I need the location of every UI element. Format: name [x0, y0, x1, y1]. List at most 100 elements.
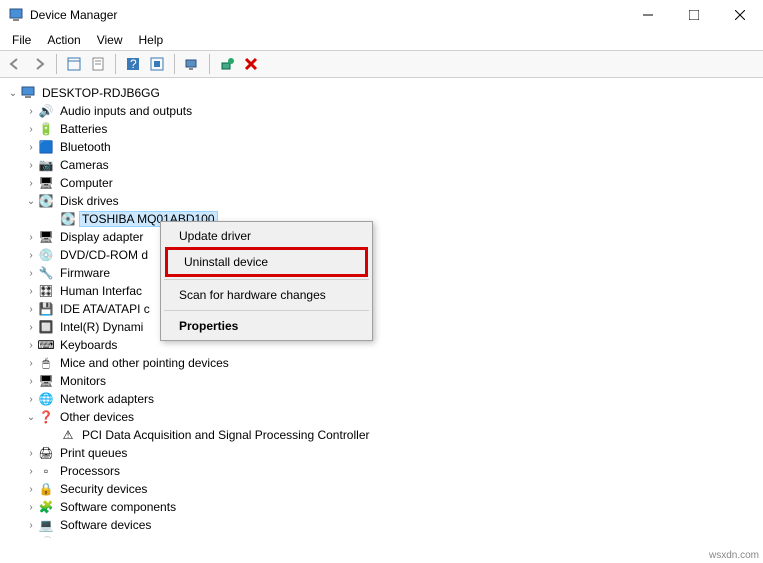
tree-label: IDE ATA/ATAPI c	[58, 302, 152, 316]
expand-icon[interactable]: ›	[24, 320, 38, 334]
tree-item[interactable]: ›🖥Computer	[6, 174, 763, 192]
window-title: Device Manager	[30, 8, 625, 22]
tree-root[interactable]: ⌄ DESKTOP-RDJB6GG	[6, 84, 763, 102]
expand-icon[interactable]: ›	[24, 356, 38, 370]
device-tree[interactable]: ⌄ DESKTOP-RDJB6GG ›🔊Audio inputs and out…	[0, 78, 763, 538]
category-icon: 💽	[38, 193, 54, 209]
menubar: File Action View Help	[0, 30, 763, 50]
tree-item[interactable]: ›🖥Monitors	[6, 372, 763, 390]
tree-item[interactable]: ›🔲Intel(R) Dynami	[6, 318, 763, 336]
expand-icon[interactable]: ›	[24, 482, 38, 496]
back-button[interactable]	[4, 53, 26, 75]
expand-icon[interactable]: ›	[24, 158, 38, 172]
menu-action[interactable]: Action	[39, 31, 88, 49]
tree-label: Sound, video and game controllers	[58, 536, 247, 538]
expand-icon[interactable]: ›	[24, 122, 38, 136]
tree-item[interactable]: 💽TOSHIBA MQ01ABD100	[6, 210, 763, 228]
menu-file[interactable]: File	[4, 31, 39, 49]
tree-item[interactable]: ⌄❓Other devices	[6, 408, 763, 426]
tree-label: Keyboards	[58, 338, 119, 352]
tree-item[interactable]: ›▫Processors	[6, 462, 763, 480]
expand-icon[interactable]: ›	[24, 176, 38, 190]
expand-icon[interactable]: ⌄	[24, 194, 38, 208]
tree-item[interactable]: ›💿DVD/CD-ROM d	[6, 246, 763, 264]
expand-icon[interactable]: ›	[24, 230, 38, 244]
tree-label: Intel(R) Dynami	[58, 320, 145, 334]
tree-item[interactable]: ⌄💽Disk drives	[6, 192, 763, 210]
uninstall-button[interactable]	[240, 53, 262, 75]
expand-icon[interactable]: ›	[24, 248, 38, 262]
category-icon: 🌐	[38, 391, 54, 407]
expand-icon[interactable]: ›	[24, 446, 38, 460]
category-icon: 🔧	[38, 265, 54, 281]
properties-button[interactable]	[87, 53, 109, 75]
expand-icon[interactable]: ›	[24, 104, 38, 118]
category-icon: 💾	[38, 301, 54, 317]
category-icon: 🔋	[38, 121, 54, 137]
category-icon: 💿	[38, 247, 54, 263]
tree-label: Processors	[58, 464, 122, 478]
tree-item[interactable]: ›🔧Firmware	[6, 264, 763, 282]
tree-item[interactable]: ›🌐Network adapters	[6, 390, 763, 408]
expand-icon[interactable]: ›	[24, 140, 38, 154]
expand-icon[interactable]: ›	[24, 338, 38, 352]
tree-item[interactable]: ›💻Software devices	[6, 516, 763, 534]
app-icon	[8, 7, 24, 23]
expand-icon[interactable]: ›	[24, 464, 38, 478]
computer-icon	[20, 85, 36, 101]
expand-icon[interactable]: ›	[24, 284, 38, 298]
tree-item[interactable]: ›📷 Cameras	[6, 156, 763, 174]
maximize-button[interactable]	[671, 0, 717, 30]
close-button[interactable]	[717, 0, 763, 30]
ctx-uninstall-device[interactable]: Uninstall device	[165, 247, 368, 277]
tree-item[interactable]: ›🖨Print queues	[6, 444, 763, 462]
tree-label: Cameras	[58, 158, 111, 172]
ctx-scan-hardware[interactable]: Scan for hardware changes	[163, 283, 370, 307]
help-button[interactable]: ?	[122, 53, 144, 75]
tree-item[interactable]: ⚠PCI Data Acquisition and Signal Process…	[6, 426, 763, 444]
tree-label: Monitors	[58, 374, 108, 388]
context-menu: Update driver Uninstall device Scan for …	[160, 221, 373, 341]
tree-item[interactable]: ›💾 IDE ATA/ATAPI c	[6, 300, 763, 318]
tree-item[interactable]: ›🔒Security devices	[6, 480, 763, 498]
category-icon: 📷	[38, 157, 54, 173]
forward-button[interactable]	[28, 53, 50, 75]
tree-label: Software components	[58, 500, 178, 514]
category-icon: ⌨	[38, 337, 54, 353]
tree-label: Software devices	[58, 518, 153, 532]
ctx-update-driver[interactable]: Update driver	[163, 224, 370, 248]
tree-item[interactable]: ›🔊Sound, video and game controllers	[6, 534, 763, 538]
tree-item[interactable]: ›🖱Mice and other pointing devices	[6, 354, 763, 372]
show-hide-button[interactable]	[63, 53, 85, 75]
tree-item[interactable]: ›🔊Audio inputs and outputs	[6, 102, 763, 120]
watermark: wsxdn.com	[709, 550, 759, 561]
tree-label: Print queues	[58, 446, 129, 460]
expand-icon[interactable]: ⌄	[24, 410, 38, 424]
tree-label: Human Interfac	[58, 284, 144, 298]
scan-button[interactable]	[181, 53, 203, 75]
tree-item[interactable]: ›🎛Human Interfac	[6, 282, 763, 300]
expand-icon[interactable]: ›	[24, 500, 38, 514]
category-icon: 🧩	[38, 499, 54, 515]
minimize-button[interactable]	[625, 0, 671, 30]
tree-item[interactable]: ›🟦Bluetooth	[6, 138, 763, 156]
expand-icon[interactable]: ›	[24, 392, 38, 406]
menu-help[interactable]: Help	[131, 31, 172, 49]
tree-item[interactable]: ›🧩 Software components	[6, 498, 763, 516]
category-icon: 🔒	[38, 481, 54, 497]
expand-icon[interactable]: ›	[24, 302, 38, 316]
expand-icon[interactable]: ›	[24, 536, 38, 538]
tree-label: Bluetooth	[58, 140, 113, 154]
collapse-icon[interactable]: ⌄	[6, 86, 20, 100]
expand-icon[interactable]: ›	[24, 266, 38, 280]
tree-item[interactable]: ›🖥Display adapter	[6, 228, 763, 246]
device-icon: 💽	[60, 211, 76, 227]
ctx-properties[interactable]: Properties	[163, 314, 370, 338]
tree-item[interactable]: ›🔋Batteries	[6, 120, 763, 138]
tree-item[interactable]: ›⌨ Keyboards	[6, 336, 763, 354]
action-button[interactable]	[146, 53, 168, 75]
expand-icon[interactable]: ›	[24, 518, 38, 532]
expand-icon[interactable]: ›	[24, 374, 38, 388]
add-driver-button[interactable]	[216, 53, 238, 75]
menu-view[interactable]: View	[89, 31, 131, 49]
